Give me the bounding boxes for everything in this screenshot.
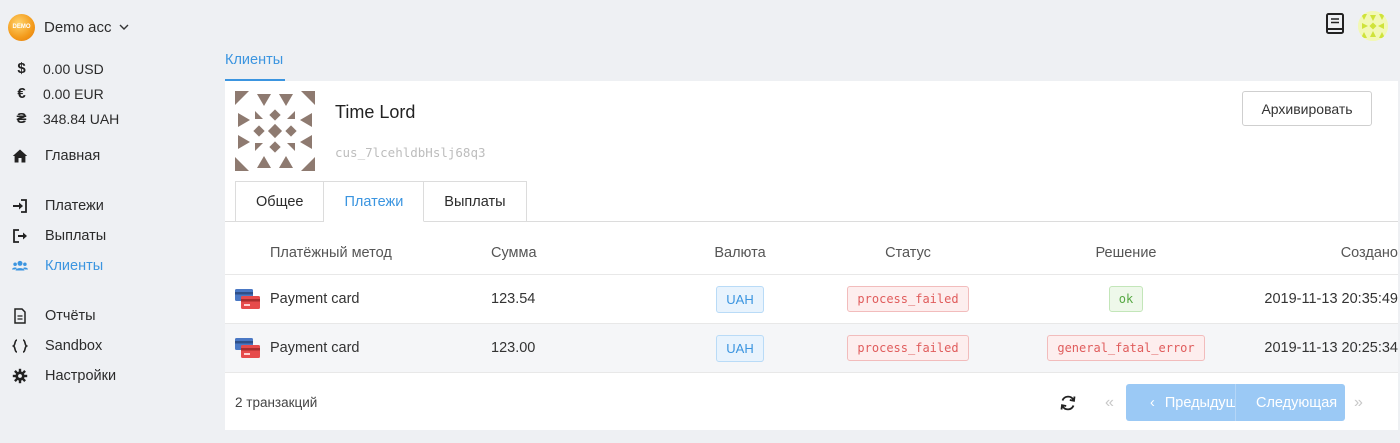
- decision-badge: general_fatal_error: [1047, 335, 1205, 361]
- table-footer: 2 транзакций « ‹ Предыдущая Следующая »: [225, 383, 1398, 423]
- identicon-avatar-icon: [1358, 11, 1388, 41]
- header-decision: Решение: [1095, 244, 1157, 261]
- customer-id: cus_7lcehldbHslj68q3: [335, 145, 486, 160]
- credit-card-icon: [235, 338, 260, 358]
- table-header: Платёжный метод Сумма Валюта Статус Реше…: [225, 231, 1398, 275]
- tab-payments[interactable]: Платежи: [324, 181, 425, 222]
- transaction-count: 2 транзакций: [235, 395, 318, 410]
- header-method: Платёжный метод: [270, 244, 392, 261]
- sidebar-item-clients[interactable]: Клиенты: [0, 251, 215, 281]
- sidebar-item-label: Настройки: [45, 368, 117, 384]
- prev-page-button[interactable]: ‹ Предыдущая: [1126, 384, 1236, 421]
- breadcrumb-tab[interactable]: Клиенты: [225, 48, 285, 81]
- sidebar-item-reports[interactable]: Отчёты: [0, 301, 215, 331]
- sidebar-item-label: Sandbox: [45, 338, 103, 354]
- demo-logo: DEMO: [8, 13, 35, 41]
- dollar-icon: $: [17, 60, 26, 77]
- last-page-icon[interactable]: »: [1354, 394, 1363, 412]
- header-currency: Валюта: [714, 244, 766, 261]
- balance-value: 0.00 EUR: [43, 85, 104, 102]
- sidebar-item-label: Выплаты: [45, 228, 107, 244]
- home-icon: [12, 149, 28, 163]
- currency-badge: UAH: [716, 285, 764, 313]
- sidebar-item-settings[interactable]: Настройки: [0, 361, 215, 391]
- gear-icon: [12, 368, 28, 384]
- customer-name: Time Lord: [335, 102, 416, 122]
- tab-payouts[interactable]: Выплаты: [424, 181, 527, 222]
- balance-eur: € 0.00 EUR: [0, 81, 119, 106]
- account-switcher[interactable]: DEMO Demo acc: [8, 13, 130, 41]
- header-sum: Сумма: [491, 244, 537, 261]
- code-braces-icon: [12, 339, 28, 353]
- sidebar-item-payments[interactable]: Платежи: [0, 191, 215, 221]
- refresh-icon[interactable]: [1059, 394, 1077, 412]
- next-page-button[interactable]: Следующая: [1236, 384, 1345, 421]
- archive-button[interactable]: Архивировать: [1242, 91, 1372, 126]
- created-date: 2019-11-13 20:35:49: [1264, 291, 1398, 307]
- top-right-toolbar: [1324, 11, 1388, 41]
- euro-icon: €: [17, 85, 26, 102]
- header-status: Статус: [885, 244, 931, 261]
- balance-value: 0.00 USD: [43, 60, 104, 77]
- nav-group-money: Платежи Выплаты Клиенты: [0, 191, 215, 281]
- credit-card-icon: [235, 289, 260, 309]
- chevron-down-icon: [119, 24, 129, 30]
- docs-button[interactable]: [1324, 12, 1346, 41]
- status-badge: process_failed: [847, 286, 969, 312]
- customer-avatar: [235, 91, 315, 171]
- balance-value: 348.84 UAH: [43, 110, 120, 127]
- currency-badge: UAH: [716, 334, 764, 362]
- sidebar-item-label: Отчёты: [45, 308, 96, 324]
- payment-method: Payment card: [270, 291, 360, 307]
- created-date: 2019-11-13 20:25:34: [1264, 340, 1398, 356]
- hryvnia-icon: ₴: [16, 110, 27, 127]
- nav-group-tools: Отчёты Sandbox Настройки: [0, 301, 215, 391]
- sidebar: DEMO Demo acc $ 0.00 USD € 0.00 EUR ₴ 34…: [0, 0, 215, 443]
- sign-in-icon: [13, 199, 27, 213]
- first-page-icon[interactable]: «: [1105, 394, 1114, 412]
- next-label: Следующая: [1256, 394, 1338, 411]
- pagination: ‹ Предыдущая Следующая: [1126, 384, 1345, 421]
- sidebar-item-payouts[interactable]: Выплаты: [0, 221, 215, 251]
- identicon-icon: [235, 91, 315, 171]
- payment-sum: 123.54: [491, 291, 536, 307]
- decision-badge: ok: [1108, 286, 1144, 312]
- account-name: Demo acc: [44, 18, 112, 36]
- balances: $ 0.00 USD € 0.00 EUR ₴ 348.84 UAH: [0, 56, 119, 131]
- table-row[interactable]: Payment card 123.00 UAH process_failed g…: [225, 324, 1398, 373]
- nav-group-main: Главная: [0, 141, 215, 171]
- status-badge: process_failed: [847, 335, 969, 361]
- sidebar-item-home[interactable]: Главная: [0, 141, 215, 171]
- chevron-left-icon: ‹: [1150, 394, 1155, 411]
- breadcrumb-label: Клиенты: [225, 52, 284, 68]
- table-row[interactable]: Payment card 123.54 UAH process_failed o…: [225, 275, 1398, 324]
- customer-card: Time Lord cus_7lcehldbHslj68q3 Архивиров…: [225, 81, 1398, 430]
- payment-method: Payment card: [270, 340, 360, 356]
- payments-table: Платёжный метод Сумма Валюта Статус Реше…: [225, 231, 1398, 373]
- tab-general[interactable]: Общее: [235, 181, 325, 222]
- balance-usd: $ 0.00 USD: [0, 56, 119, 81]
- balance-uah: ₴ 348.84 UAH: [0, 106, 119, 131]
- header-created: Создано: [1340, 244, 1398, 261]
- sidebar-item-label: Клиенты: [45, 258, 104, 274]
- prev-label: Предыдущая: [1164, 394, 1235, 411]
- user-avatar[interactable]: [1358, 11, 1388, 41]
- sign-out-icon: [13, 229, 27, 243]
- payment-sum: 123.00: [491, 340, 536, 356]
- customer-tabs: Общее Платежи Выплаты: [235, 181, 527, 222]
- sidebar-item-label: Платежи: [45, 198, 104, 214]
- book-icon: [1326, 12, 1344, 34]
- sidebar-item-sandbox[interactable]: Sandbox: [0, 331, 215, 361]
- users-icon: [12, 260, 28, 271]
- sidebar-item-label: Главная: [45, 148, 101, 164]
- file-icon: [14, 308, 26, 324]
